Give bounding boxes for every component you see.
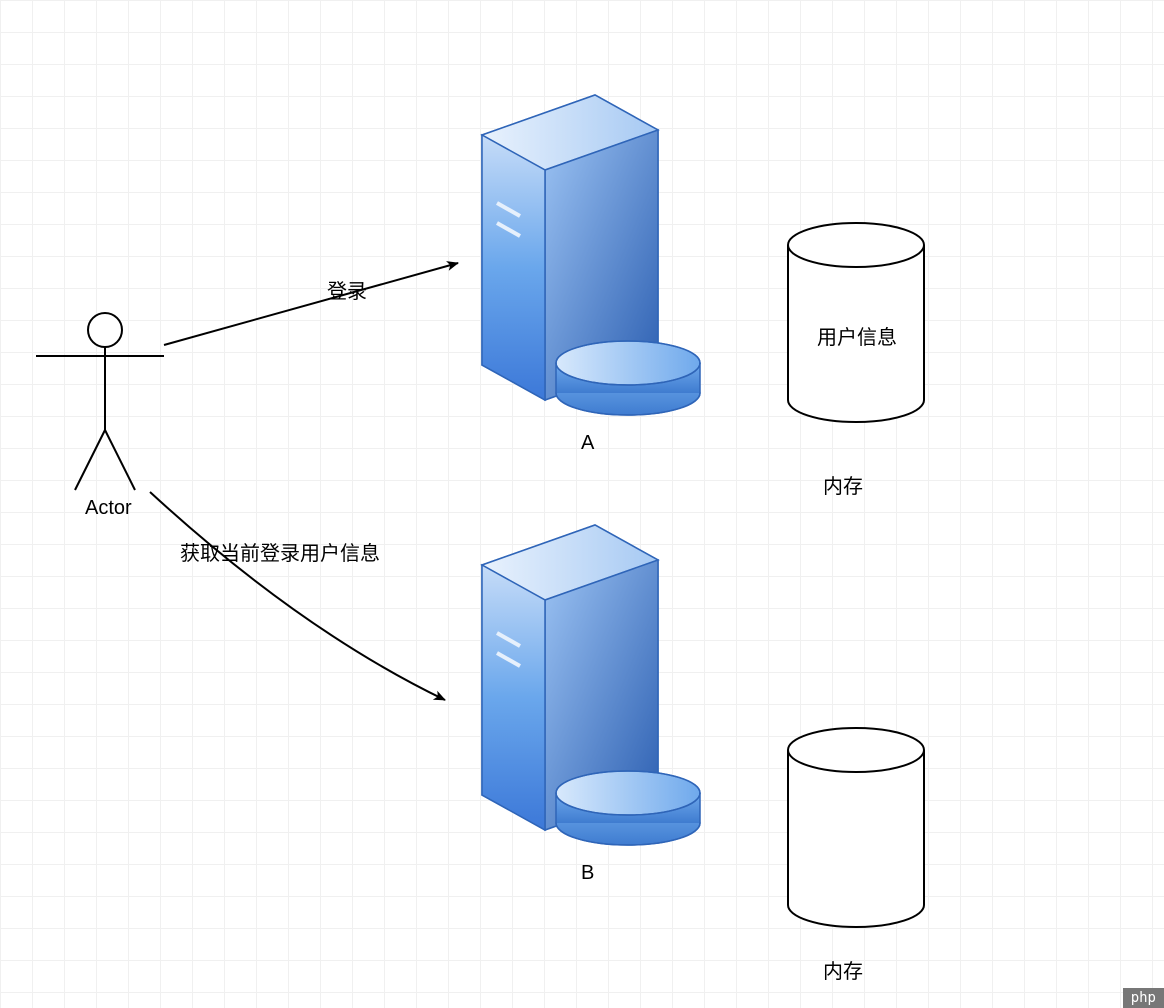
cylinder-top-caption: 内存 <box>823 470 863 499</box>
cylinder-bottom <box>788 728 924 927</box>
server-b-icon <box>482 525 700 845</box>
server-a-icon <box>482 95 700 415</box>
cylinder-bottom-caption: 内存 <box>823 955 863 984</box>
arrow-getuser-label: 获取当前登录用户信息 <box>180 537 380 566</box>
arrow-login-label: 登录 <box>327 275 367 304</box>
diagram-canvas: Actor 登录 获取当前登录用户信息 A B 用户信息 内存 内存 php <box>0 0 1164 1008</box>
cylinder-top-content: 用户信息 <box>817 321 897 350</box>
watermark: php <box>1123 988 1164 1008</box>
arrow-get-user <box>150 492 445 700</box>
server-b-label: B <box>581 862 594 885</box>
server-a-label: A <box>581 432 594 455</box>
diagram-svg <box>0 0 1164 1008</box>
actor-figure <box>36 313 164 490</box>
arrow-login <box>164 263 458 345</box>
actor-label: Actor <box>85 497 132 520</box>
